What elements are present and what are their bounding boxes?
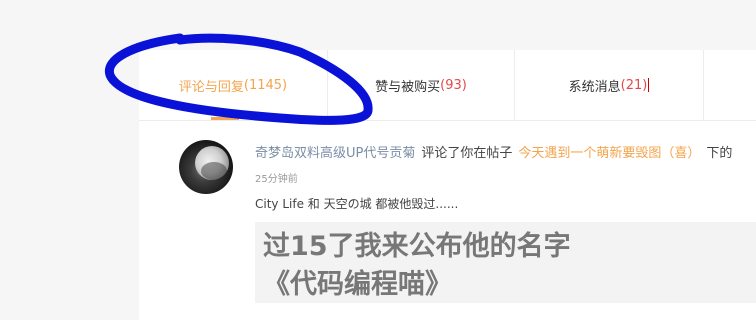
notification-trailing: 下的 xyxy=(706,146,733,161)
avatar[interactable] xyxy=(179,140,233,194)
active-tab-indicator xyxy=(211,117,239,120)
post-title-link[interactable]: 今天遇到一个萌新要毁图（喜） xyxy=(518,146,700,161)
tab-likes-purchases[interactable]: 赞与被购买 (93) xyxy=(328,50,514,120)
tab-count: (93) xyxy=(440,77,467,93)
notification-line: 奇梦岛双料高级UP代号贡菊 评论了你在帖子 今天遇到一个萌新要毁图（喜） 下的 xyxy=(255,142,732,161)
tab-divider xyxy=(703,50,704,120)
tab-comments-replies[interactable]: 评论与回复 (1145) xyxy=(139,50,327,120)
tab-label: 系统消息 xyxy=(568,79,621,95)
notification-time: 25分钟前 xyxy=(255,174,298,185)
text-cursor xyxy=(648,78,650,92)
tab-count: (1145) xyxy=(243,77,288,93)
notification-user-link[interactable]: 奇梦岛双料高级UP代号贡菊 xyxy=(255,146,415,161)
comment-preview[interactable]: City Life 和 天空の城 都被他毁过...... xyxy=(255,195,458,212)
tab-count: (21) xyxy=(620,77,648,93)
quoted-text-line-1: 过15了我来公布他的名字 xyxy=(263,231,571,262)
quoted-text-line-2: 《代码编程喵》 xyxy=(263,269,452,300)
avatar-shade xyxy=(201,162,227,180)
tab-label: 赞与被购买 xyxy=(375,79,441,95)
tab-system-messages[interactable]: 系统消息 (21) xyxy=(515,50,703,120)
notification-action: 评论了你在帖子 xyxy=(421,146,513,161)
tab-label: 评论与回复 xyxy=(178,79,244,95)
message-tabs: 评论与回复 (1145) 赞与被购买 (93) 系统消息 (21) xyxy=(139,50,756,121)
